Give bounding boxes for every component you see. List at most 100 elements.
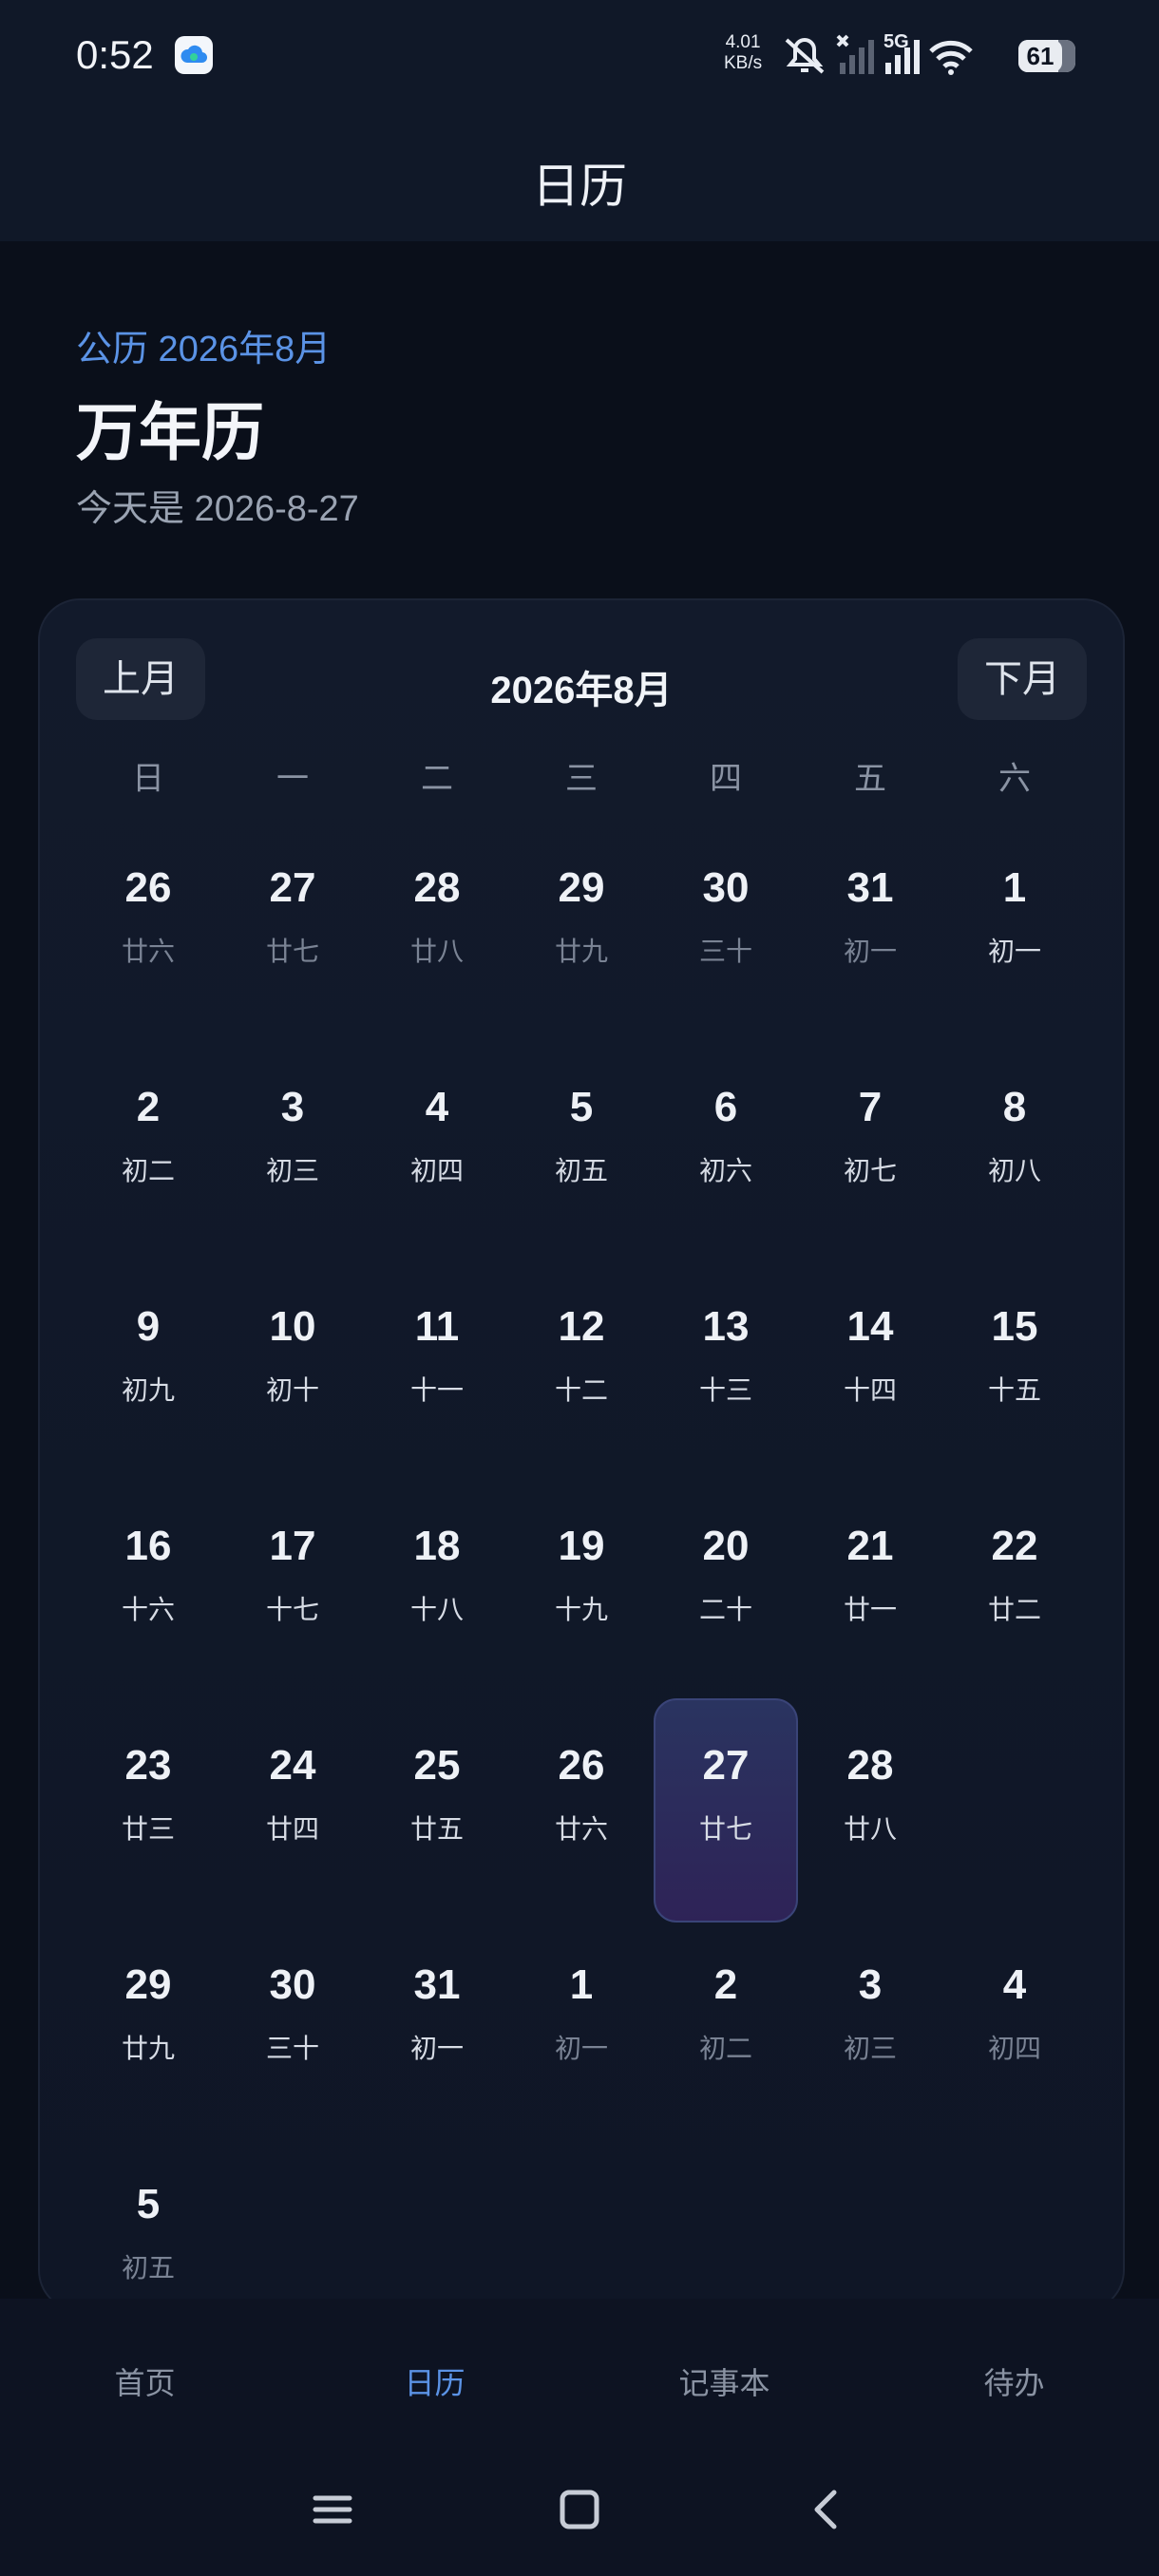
lunar-date: 初四	[409, 1156, 464, 1185]
lunar-date: 初六	[698, 1156, 752, 1185]
calendar-day[interactable]: 25 廿五	[365, 1698, 509, 1919]
tab-notebook[interactable]: 记事本	[580, 2359, 869, 2403]
day-number: 30	[702, 864, 750, 911]
day-number: 7	[858, 1084, 883, 1130]
calendar-day[interactable]: 20 二十	[654, 1479, 798, 1699]
menu-icon[interactable]	[310, 2487, 355, 2532]
lunar-date: 初二	[698, 2034, 752, 2063]
calendar-day[interactable]: 14 十四	[798, 1260, 942, 1480]
calendar-heading: 万年历	[76, 397, 264, 467]
network-speed-unit: KB/s	[724, 53, 763, 73]
lunar-date: 初五	[121, 2253, 175, 2282]
day-number: 4	[425, 1084, 449, 1130]
calendar-day[interactable]: 9 初九	[76, 1260, 220, 1480]
lunar-date: 初一	[409, 2034, 464, 2063]
lunar-date: 二十	[698, 1595, 752, 1624]
calendar-day[interactable]: 3 初三	[220, 1040, 365, 1260]
weekday-label: 三	[565, 761, 598, 797]
lunar-date: 廿九	[121, 2034, 175, 2063]
lunar-date: 廿六	[554, 1814, 608, 1844]
lunar-date: 十三	[698, 1375, 752, 1405]
lunar-date: 廿七	[698, 1814, 752, 1844]
day-number: 25	[413, 1742, 461, 1789]
lunar-date: 廿四	[265, 1814, 319, 1844]
calendar-day[interactable]: 8 初八	[942, 1040, 1087, 1260]
calendar-day[interactable]: 11 十一	[365, 1260, 509, 1480]
calendar-day[interactable]: 26 廿六	[509, 1698, 654, 1919]
lunar-date: 廿九	[554, 937, 608, 966]
next-month-button[interactable]: 下月	[958, 638, 1087, 720]
day-number: 16	[124, 1523, 172, 1569]
calendar-day-today[interactable]: 27 廿七	[654, 1698, 798, 1923]
tab-calendar[interactable]: 日历	[290, 2359, 580, 2403]
calendar-day[interactable]: 24 廿四	[220, 1698, 365, 1919]
calendar-day[interactable]: 26 廿六	[76, 821, 220, 1041]
calendar-day[interactable]: 30 三十	[654, 821, 798, 1041]
status-time: 0:52	[76, 32, 154, 77]
day-number: 11	[414, 1303, 460, 1350]
calendar-day[interactable]: 28 廿八	[365, 821, 509, 1041]
lunar-date: 初四	[987, 2034, 1041, 2063]
tab-home[interactable]: 首页	[0, 2359, 290, 2403]
day-number: 5	[136, 2181, 161, 2227]
calendar-day[interactable]: 28 廿八	[798, 1698, 942, 1919]
calendar-day[interactable]: 2 初二	[76, 1040, 220, 1260]
lunar-date: 初一	[843, 937, 897, 966]
calendar-day[interactable]: 17 十七	[220, 1479, 365, 1699]
lunar-date: 十九	[554, 1595, 608, 1624]
lunar-date: 十八	[409, 1595, 464, 1624]
calendar-day[interactable]: 30 三十	[220, 1918, 365, 2138]
tab-todo[interactable]: 待办	[869, 2359, 1159, 2403]
back-chevron-icon[interactable]	[804, 2487, 849, 2532]
page-title: 日历	[532, 160, 627, 213]
day-number: 5	[569, 1084, 594, 1130]
calendar-day[interactable]: 31 初一	[798, 821, 942, 1041]
calendar-day[interactable]: 10 初十	[220, 1260, 365, 1480]
calendar-day[interactable]: 7 初七	[798, 1040, 942, 1260]
calendar-day[interactable]: 31 初一	[365, 1918, 509, 2138]
weekday-label: 四	[710, 761, 742, 797]
calendar-day[interactable]: 3 初三	[798, 1918, 942, 2138]
calendar-day[interactable]: 23 廿三	[76, 1698, 220, 1919]
calendar-day[interactable]: 15 十五	[942, 1260, 1087, 1480]
lunar-date: 十一	[409, 1375, 464, 1405]
lunar-date: 廿七	[265, 937, 319, 966]
system-navigation-bar	[0, 2456, 1159, 2576]
day-number: 19	[558, 1523, 605, 1569]
calendar-day[interactable]: 19 十九	[509, 1479, 654, 1699]
calendar-day[interactable]: 13 十三	[654, 1260, 798, 1480]
day-number: 20	[702, 1523, 750, 1569]
lunar-date: 十五	[987, 1375, 1041, 1405]
lunar-date: 十六	[121, 1595, 175, 1624]
calendar-day[interactable]: 27 廿七	[220, 821, 365, 1041]
today-date-text: 今天是 2026-8-27	[76, 489, 359, 529]
day-number: 8	[1002, 1084, 1027, 1130]
calendar-day[interactable]: 6 初六	[654, 1040, 798, 1260]
lunar-date: 初十	[265, 1375, 319, 1405]
lunar-date: 初九	[121, 1375, 175, 1405]
day-number: 24	[269, 1742, 316, 1789]
day-number: 14	[846, 1303, 894, 1350]
day-number: 28	[846, 1742, 894, 1789]
lunar-date: 廿八	[843, 1814, 897, 1844]
day-number: 26	[124, 864, 172, 911]
calendar-day[interactable]: 1 初一	[942, 821, 1087, 1041]
calendar-day[interactable]: 5 初五	[509, 1040, 654, 1260]
calendar-day[interactable]: 16 十六	[76, 1479, 220, 1699]
lunar-date: 廿八	[409, 937, 464, 966]
calendar-day[interactable]: 29 廿九	[509, 821, 654, 1041]
home-square-icon[interactable]	[557, 2487, 602, 2532]
calendar-day[interactable]: 22 廿二	[942, 1479, 1087, 1699]
calendar-day[interactable]: 29 廿九	[76, 1918, 220, 2138]
day-number: 1	[569, 1961, 594, 2008]
calendar-day[interactable]: 12 十二	[509, 1260, 654, 1480]
calendar-day[interactable]: 18 十八	[365, 1479, 509, 1699]
calendar-day[interactable]: 1 初一	[509, 1918, 654, 2138]
calendar-day[interactable]: 2 初二	[654, 1918, 798, 2138]
calendar-day[interactable]: 4 初四	[942, 1918, 1087, 2138]
lunar-date: 廿二	[987, 1595, 1041, 1624]
calendar-day[interactable]: 21 廿一	[798, 1479, 942, 1699]
day-number: 2	[136, 1084, 161, 1130]
lunar-date: 初三	[265, 1156, 319, 1185]
calendar-day[interactable]: 4 初四	[365, 1040, 509, 1260]
